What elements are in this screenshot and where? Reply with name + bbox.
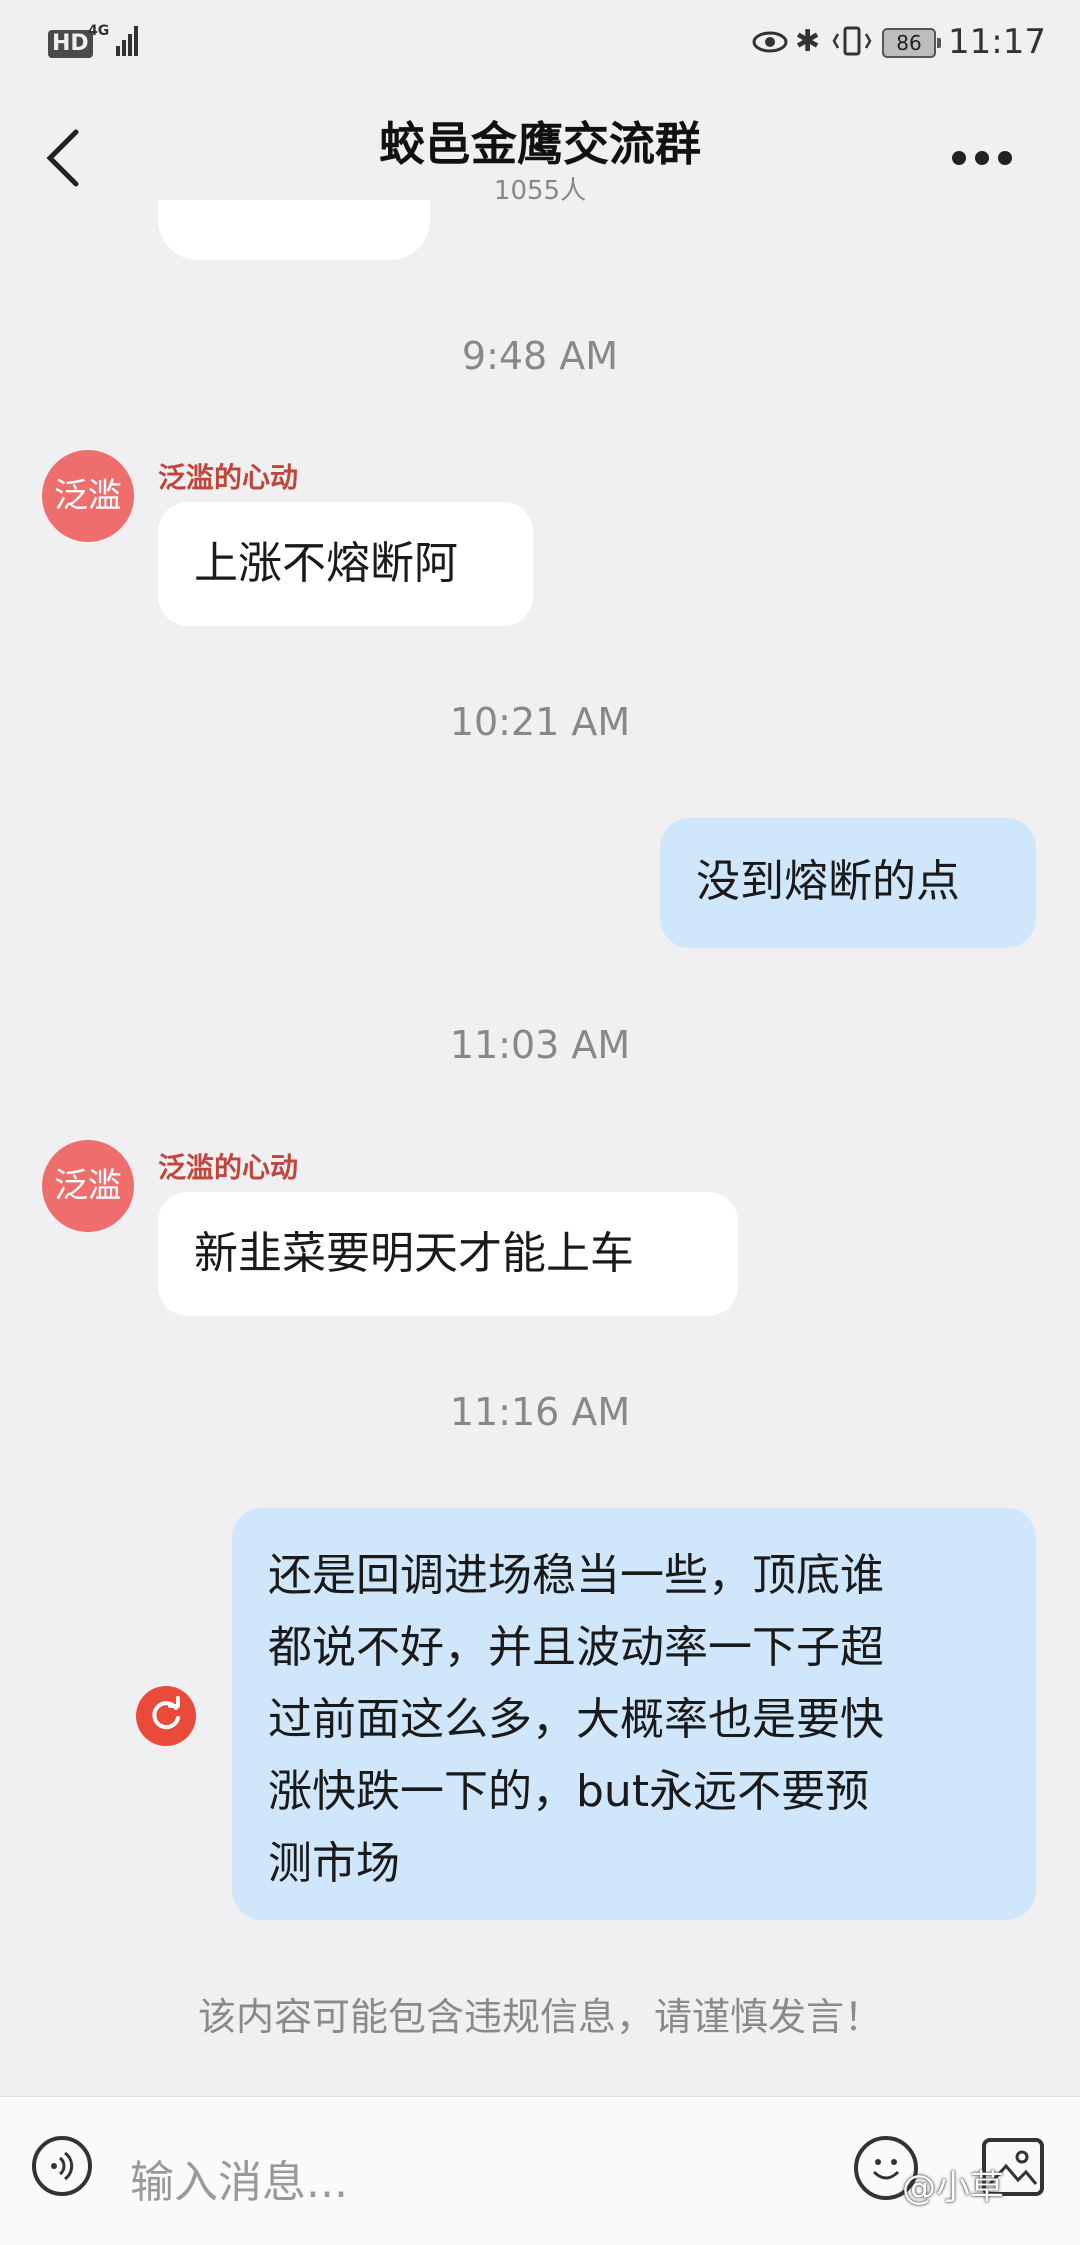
avatar[interactable]: 泛滥: [42, 1140, 134, 1232]
message-input[interactable]: 输入消息...: [130, 2146, 348, 2210]
avatar[interactable]: 泛滥: [42, 450, 134, 542]
signal-icon: [116, 24, 140, 56]
eye-comfort-icon: [752, 30, 788, 58]
sender-name: 泛滥的心动: [158, 461, 299, 494]
more-options-button[interactable]: [952, 150, 1021, 169]
watermark: @小草: [902, 2168, 1004, 2208]
hd-badge: HD: [48, 30, 93, 58]
message-bubble[interactable]: 没到熔断的点: [660, 818, 1036, 948]
more-dot-icon: [952, 151, 966, 165]
more-dot-icon: [998, 151, 1012, 165]
content-warning: 该内容可能包含违规信息，请谨慎发言！: [197, 1995, 882, 2039]
sender-name: 泛滥的心动: [158, 1151, 299, 1184]
chat-title: 蛟邑金鹰交流群: [379, 117, 701, 171]
more-dot-icon: [975, 151, 989, 165]
timestamp: 11:16 AM: [449, 1390, 631, 1434]
message-text: 没到熔断的点: [696, 856, 960, 907]
bluetooth-icon: ✱: [795, 24, 821, 59]
resend-button[interactable]: [136, 1686, 196, 1746]
voice-button[interactable]: [32, 2136, 92, 2196]
status-time: 11:17: [948, 22, 1046, 62]
message-text-line: 测市场: [268, 1838, 400, 1889]
voice-icon: [51, 2151, 74, 2181]
previous-message-bubble[interactable]: [158, 200, 430, 260]
message-text-line: 都说不好，并且波动率一下子超: [268, 1622, 884, 1673]
message-bubble[interactable]: 还是回调进场稳当一些，顶底谁 都说不好，并且波动率一下子超 过前面这么多，大概率…: [232, 1508, 1036, 1920]
network-type: 4G: [88, 23, 110, 39]
message-text: 上涨不熔断阿: [194, 538, 458, 589]
vibrate-icon: [832, 26, 872, 60]
timestamp: 10:21 AM: [449, 700, 631, 744]
refresh-icon: [152, 1696, 180, 1730]
message-text-line: 过前面这么多，大概率也是要快: [268, 1694, 884, 1745]
message-bubble[interactable]: 上涨不熔断阿: [158, 502, 533, 626]
battery-indicator: 86: [882, 28, 941, 58]
timestamp: 11:03 AM: [449, 1023, 631, 1067]
message-bubble[interactable]: 新韭菜要明天才能上车: [158, 1192, 738, 1316]
timestamp: 9:48 AM: [461, 334, 619, 378]
message-text: 新韭菜要明天才能上车: [194, 1228, 634, 1279]
message-text-line: 涨快跌一下的，but永远不要预: [268, 1766, 870, 1817]
message-text-line: 还是回调进场稳当一些，顶底谁: [268, 1550, 884, 1601]
